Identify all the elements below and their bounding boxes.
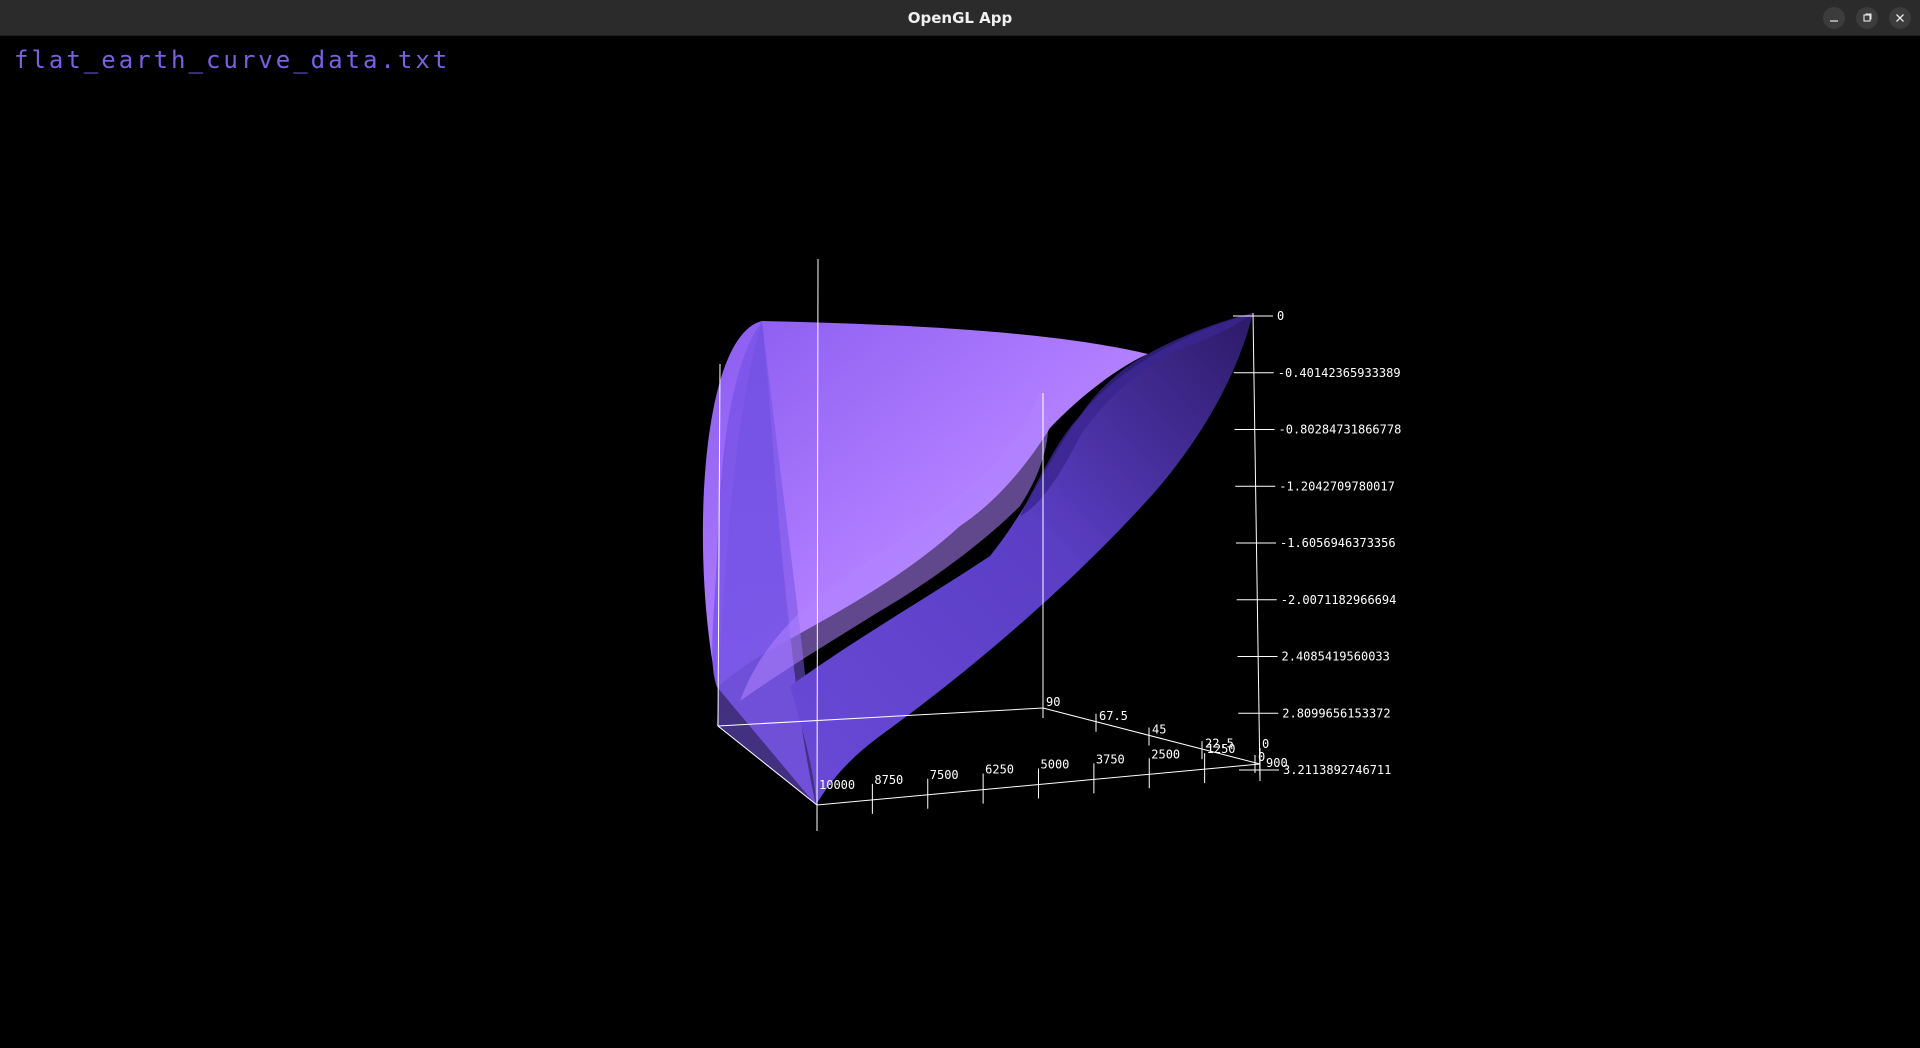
x-tick-label: 8750 [874, 773, 903, 787]
close-icon [1896, 14, 1904, 22]
z-tick-label: -2.0071182966694 [1281, 593, 1397, 607]
gl-viewport[interactable]: flat_earth_curve_data.txt 0 -0.401423659… [0, 36, 1920, 1048]
y-tick-label: 900 [1266, 756, 1288, 770]
z-tick-label: -0.80284731866778 [1279, 423, 1402, 437]
surface-mesh [702, 313, 1253, 805]
x-tick-label: 3750 [1096, 752, 1125, 766]
z-tick-label: -0.40142365933389 [1278, 366, 1401, 380]
y-tick-label: 45 [1152, 723, 1166, 737]
z-axis-ticks: 0 -0.40142365933389 -0.80284731866778 -1.20… [1233, 309, 1401, 777]
z-tick-label: -1.2042709780017 [1279, 479, 1395, 493]
z-axis-right [1252, 312, 1261, 782]
z-tick-label: 2.8099656153372 [1282, 706, 1390, 720]
x-tick-label: 5000 [1041, 758, 1070, 772]
z-tick-label: -1.6056946373356 [1280, 536, 1396, 550]
z-tick-label: 3.2113892746711 [1283, 763, 1391, 777]
x-tick-label: 2500 [1151, 747, 1180, 761]
z-tick-label: 0 [1277, 309, 1284, 323]
x-tick-label: 0 [1262, 737, 1269, 751]
surface-plot: 0 -0.40142365933389 -0.80284731866778 -1.20… [702, 258, 1401, 832]
z-tick-label: 2.4085419560033 [1282, 650, 1390, 664]
x-tick-label: 10000 [819, 778, 855, 792]
x-tick-label: 7500 [930, 768, 959, 782]
window-title: OpenGL App [907, 9, 1013, 27]
y-tick-label: 67.5 [1099, 709, 1128, 723]
maximize-icon [1863, 13, 1872, 22]
y-tick-label: 90 [1046, 695, 1060, 709]
y-tick-label: 0 [1258, 750, 1265, 764]
minimize-button[interactable] [1823, 7, 1845, 29]
x-tick-label: 6250 [985, 763, 1014, 777]
close-button[interactable] [1889, 7, 1911, 29]
minimize-icon [1830, 20, 1838, 22]
y-tick-label: 22.5 [1205, 736, 1234, 750]
maximize-button[interactable] [1856, 7, 1878, 29]
title-bar: OpenGL App [0, 0, 1920, 36]
